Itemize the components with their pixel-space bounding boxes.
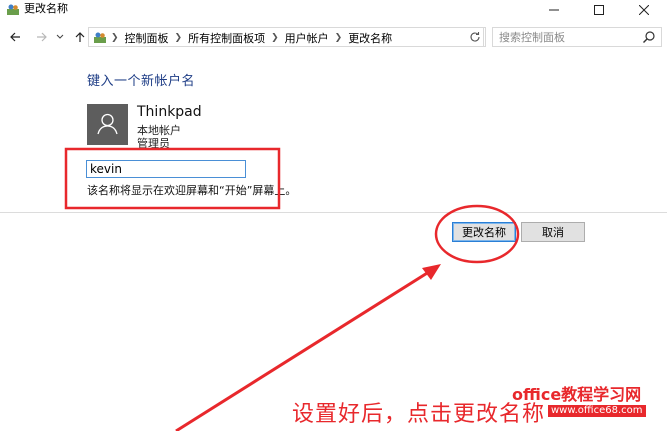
up-button[interactable]: [71, 28, 89, 46]
arrow-up-icon: [75, 32, 85, 42]
chevron-right-icon: ❯: [111, 33, 119, 43]
watermark-text: office教程学习网: [512, 385, 642, 404]
breadcrumb-item-all-items[interactable]: 所有控制面板项: [188, 30, 265, 46]
arrow-right-icon: [37, 32, 47, 42]
search-icon: [643, 31, 655, 43]
back-button[interactable]: [6, 28, 24, 46]
close-icon: [639, 5, 649, 15]
divider: [0, 212, 667, 213]
recent-locations-button[interactable]: [54, 28, 66, 46]
annotation-arrow-head: [422, 264, 441, 280]
maximize-icon: [594, 5, 604, 15]
account-name: Thinkpad: [137, 104, 202, 120]
refresh-button[interactable]: [466, 27, 484, 47]
chevron-down-icon: [56, 34, 64, 39]
address-bar[interactable]: ❯ 控制面板 ❯ 所有控制面板项 ❯ 用户帐户 ❯ 更改名称: [88, 27, 552, 47]
cancel-button[interactable]: 取消: [521, 222, 585, 242]
refresh-icon: [469, 32, 480, 42]
minimize-icon: [549, 9, 559, 11]
breadcrumb-item-control-panel[interactable]: 控制面板: [125, 30, 169, 46]
breadcrumb: ❯ 控制面板 ❯ 所有控制面板项 ❯ 用户帐户 ❯ 更改名称: [111, 30, 392, 46]
maximize-button[interactable]: [576, 0, 622, 20]
chevron-right-icon[interactable]: ❯: [175, 33, 183, 43]
annotation-overlay: [64, 147, 520, 431]
name-hint-text: 该名称将显示在欢迎屏幕和“开始”屏幕上。: [87, 184, 297, 197]
breadcrumb-item-change-name[interactable]: 更改名称: [348, 30, 392, 46]
search-input[interactable]: 搜索控制面板: [492, 27, 662, 47]
forward-button[interactable]: [33, 28, 51, 46]
annotation-text: 设置好后，点击更改名称: [292, 402, 546, 427]
window-title: 更改名称: [24, 2, 68, 15]
chevron-right-icon[interactable]: ❯: [271, 33, 279, 43]
navigation-bar: ❯ 控制面板 ❯ 所有控制面板项 ❯ 用户帐户 ❯ 更改名称 搜索控制面板: [0, 26, 667, 48]
change-name-button[interactable]: 更改名称: [452, 222, 516, 242]
search-placeholder: 搜索控制面板: [499, 31, 565, 44]
breadcrumb-item-user-accounts[interactable]: 用户帐户: [285, 30, 329, 46]
account-role: 管理员: [137, 137, 170, 150]
arrow-left-icon: [10, 32, 20, 42]
chevron-right-icon[interactable]: ❯: [335, 33, 343, 43]
user-accounts-icon: [7, 4, 19, 15]
minimize-button[interactable]: [531, 0, 577, 20]
user-accounts-icon: [94, 32, 106, 43]
user-icon: [97, 113, 118, 135]
new-account-name-input[interactable]: [86, 160, 246, 178]
watermark-url: www.office68.com: [548, 405, 646, 417]
avatar: [87, 104, 128, 145]
title-bar: 更改名称: [0, 0, 667, 20]
page-heading: 键入一个新帐户名: [87, 74, 196, 89]
close-button[interactable]: [621, 0, 667, 20]
annotation-box: [64, 147, 281, 210]
